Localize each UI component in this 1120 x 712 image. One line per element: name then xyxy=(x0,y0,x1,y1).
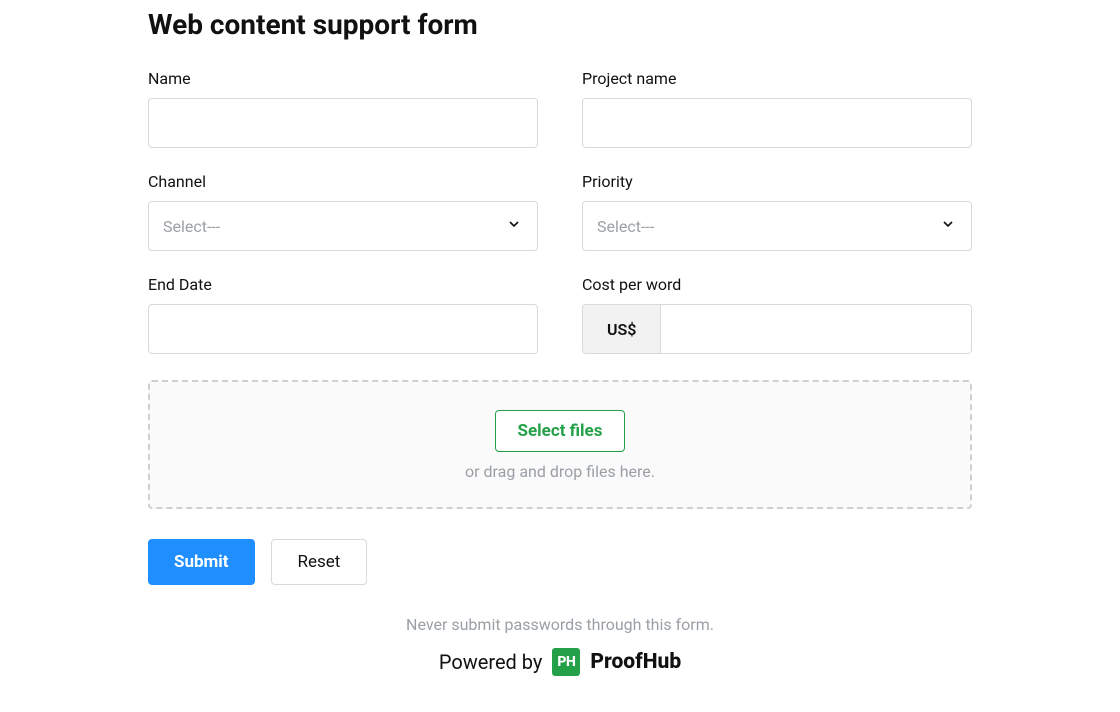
cost-per-word-input[interactable] xyxy=(661,305,971,353)
brand-logo-icon: PH xyxy=(552,648,580,676)
field-channel: Channel Select--- xyxy=(148,172,538,251)
currency-prefix: US$ xyxy=(583,305,661,353)
field-priority: Priority Select--- xyxy=(582,172,972,251)
priority-select[interactable]: Select--- xyxy=(582,201,972,251)
name-label: Name xyxy=(148,69,538,88)
powered-by-label: Powered by xyxy=(439,650,543,674)
channel-label: Channel xyxy=(148,172,538,191)
project-name-input[interactable] xyxy=(582,98,972,148)
file-dropzone[interactable]: Select files or drag and drop files here… xyxy=(148,380,972,509)
field-end-date: End Date xyxy=(148,275,538,354)
end-date-input[interactable] xyxy=(148,304,538,354)
submit-button[interactable]: Submit xyxy=(148,539,255,585)
cost-per-word-label: Cost per word xyxy=(582,275,972,294)
powered-by: Powered by PH ProofHub xyxy=(148,648,972,676)
field-name: Name xyxy=(148,69,538,148)
footer: Never submit passwords through this form… xyxy=(148,615,972,676)
priority-label: Priority xyxy=(582,172,972,191)
footer-warning: Never submit passwords through this form… xyxy=(148,615,972,634)
end-date-label: End Date xyxy=(148,275,538,294)
dropzone-hint: or drag and drop files here. xyxy=(465,462,655,481)
reset-button[interactable]: Reset xyxy=(271,539,368,585)
form-actions: Submit Reset xyxy=(148,539,972,585)
brand-name: ProofHub xyxy=(590,650,681,674)
project-name-label: Project name xyxy=(582,69,972,88)
name-input[interactable] xyxy=(148,98,538,148)
select-files-button[interactable]: Select files xyxy=(495,410,626,452)
field-project-name: Project name xyxy=(582,69,972,148)
form-grid: Name Project name Channel Select--- Prio… xyxy=(148,69,972,354)
page-title: Web content support form xyxy=(148,8,972,41)
currency-field: US$ xyxy=(582,304,972,354)
field-cost-per-word: Cost per word US$ xyxy=(582,275,972,354)
channel-select[interactable]: Select--- xyxy=(148,201,538,251)
